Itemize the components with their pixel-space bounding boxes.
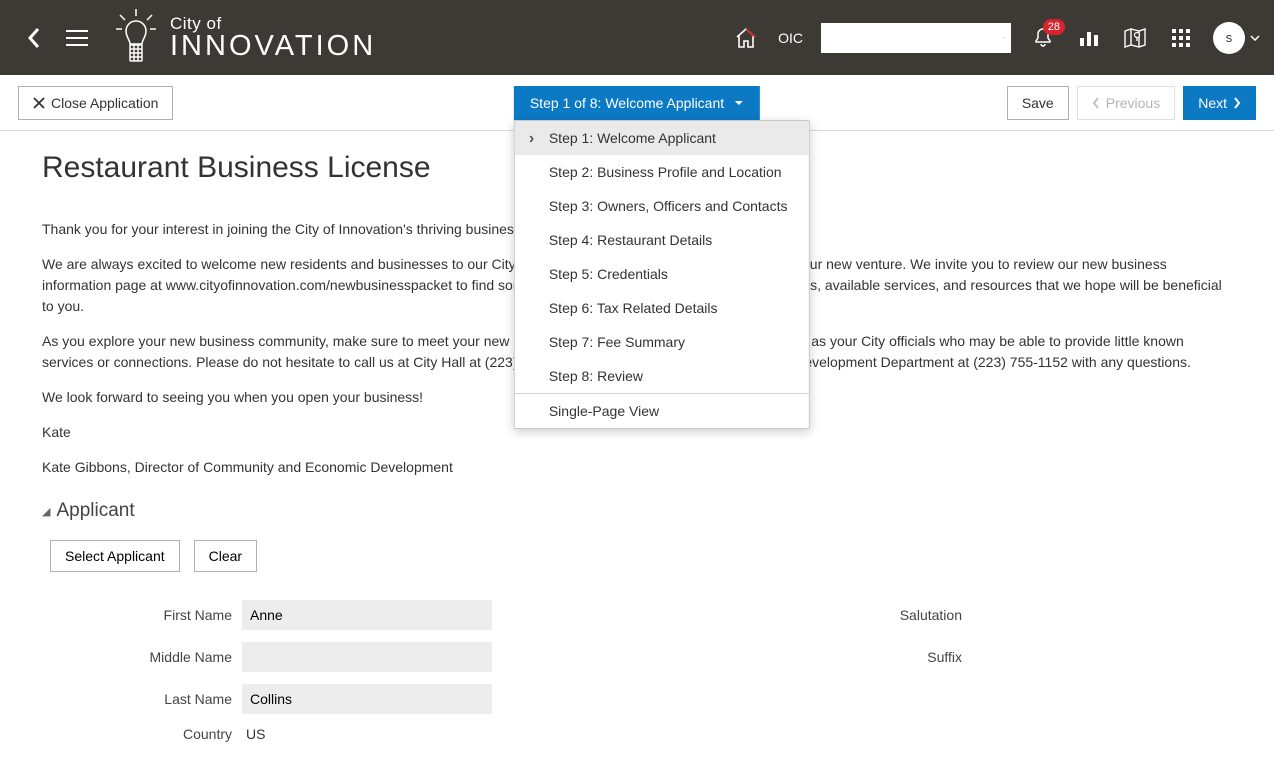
logo-brand-text: INNOVATION (170, 32, 376, 61)
step-item-2[interactable]: Step 2: Business Profile and Location (515, 155, 809, 189)
notification-bell-icon[interactable]: 28 (1029, 27, 1057, 49)
select-applicant-button[interactable]: Select Applicant (50, 540, 180, 572)
next-button[interactable]: Next (1183, 86, 1256, 120)
close-label: Close Application (51, 95, 158, 111)
country-value: US (242, 726, 502, 742)
search-box[interactable] (821, 23, 1011, 53)
top-navbar: City of INNOVATION OIC 28 (0, 0, 1274, 75)
salutation-label: Salutation (852, 607, 972, 623)
chevron-right-icon (1233, 97, 1241, 109)
last-name-label: Last Name (42, 691, 242, 707)
applicant-header-label: Applicant (56, 500, 134, 522)
search-icon (1003, 31, 1005, 45)
suffix-label: Suffix (852, 649, 972, 665)
step-dropdown-button[interactable]: Step 1 of 8: Welcome Applicant (514, 86, 760, 120)
step-item-1[interactable]: Step 1: Welcome Applicant (515, 121, 809, 155)
single-page-view-item[interactable]: Single-Page View (515, 394, 809, 428)
org-label: OIC (778, 30, 803, 46)
country-label: Country (42, 726, 242, 742)
logo-city-text: City of (170, 15, 376, 32)
step-item-3[interactable]: Step 3: Owners, Officers and Contacts (515, 189, 809, 223)
map-icon[interactable] (1121, 27, 1149, 49)
last-name-field[interactable] (242, 684, 492, 714)
close-icon (33, 97, 45, 109)
paragraph: Kate Gibbons, Director of Community and … (42, 457, 1232, 478)
step-dropdown-menu: Step 1: Welcome Applicant Step 2: Busine… (514, 120, 810, 429)
step-item-7[interactable]: Step 7: Fee Summary (515, 325, 809, 359)
step-current-label: Step 1 of 8: Welcome Applicant (530, 95, 724, 111)
step-item-8[interactable]: Step 8: Review (515, 359, 809, 393)
save-button[interactable]: Save (1007, 86, 1069, 120)
first-name-label: First Name (42, 607, 242, 623)
avatar: s (1213, 22, 1245, 54)
back-icon[interactable] (20, 26, 48, 50)
apps-grid-icon[interactable] (1167, 28, 1195, 48)
collapse-triangle-icon: ◢ (42, 505, 50, 518)
menu-icon[interactable] (66, 30, 88, 46)
close-application-button[interactable]: Close Application (18, 86, 173, 120)
chevron-left-icon (1092, 97, 1100, 109)
previous-button[interactable]: Previous (1077, 86, 1175, 120)
applicant-section-header[interactable]: ◢ Applicant (42, 500, 1232, 522)
step-item-5[interactable]: Step 5: Credentials (515, 257, 809, 291)
action-bar: Close Application Step 1 of 8: Welcome A… (0, 75, 1274, 131)
middle-name-field[interactable] (242, 642, 492, 672)
step-item-6[interactable]: Step 6: Tax Related Details (515, 291, 809, 325)
chevron-down-icon (1250, 35, 1260, 41)
caret-down-icon (734, 100, 744, 106)
applicant-form: First Name Salutation Middle Name Suffix… (42, 600, 1232, 742)
chart-icon[interactable] (1075, 28, 1103, 48)
avatar-initial: s (1226, 30, 1233, 45)
middle-name-label: Middle Name (42, 649, 242, 665)
logo[interactable]: City of INNOVATION (112, 9, 376, 67)
home-icon[interactable] (732, 28, 760, 48)
step-selector: Step 1 of 8: Welcome Applicant Step 1: W… (514, 86, 760, 120)
step-item-4[interactable]: Step 4: Restaurant Details (515, 223, 809, 257)
clear-button[interactable]: Clear (194, 540, 257, 572)
user-menu[interactable]: s (1213, 22, 1260, 54)
lightbulb-icon (112, 9, 160, 67)
first-name-field[interactable] (242, 600, 492, 630)
search-input[interactable] (827, 30, 1003, 45)
notification-badge: 28 (1043, 19, 1065, 35)
